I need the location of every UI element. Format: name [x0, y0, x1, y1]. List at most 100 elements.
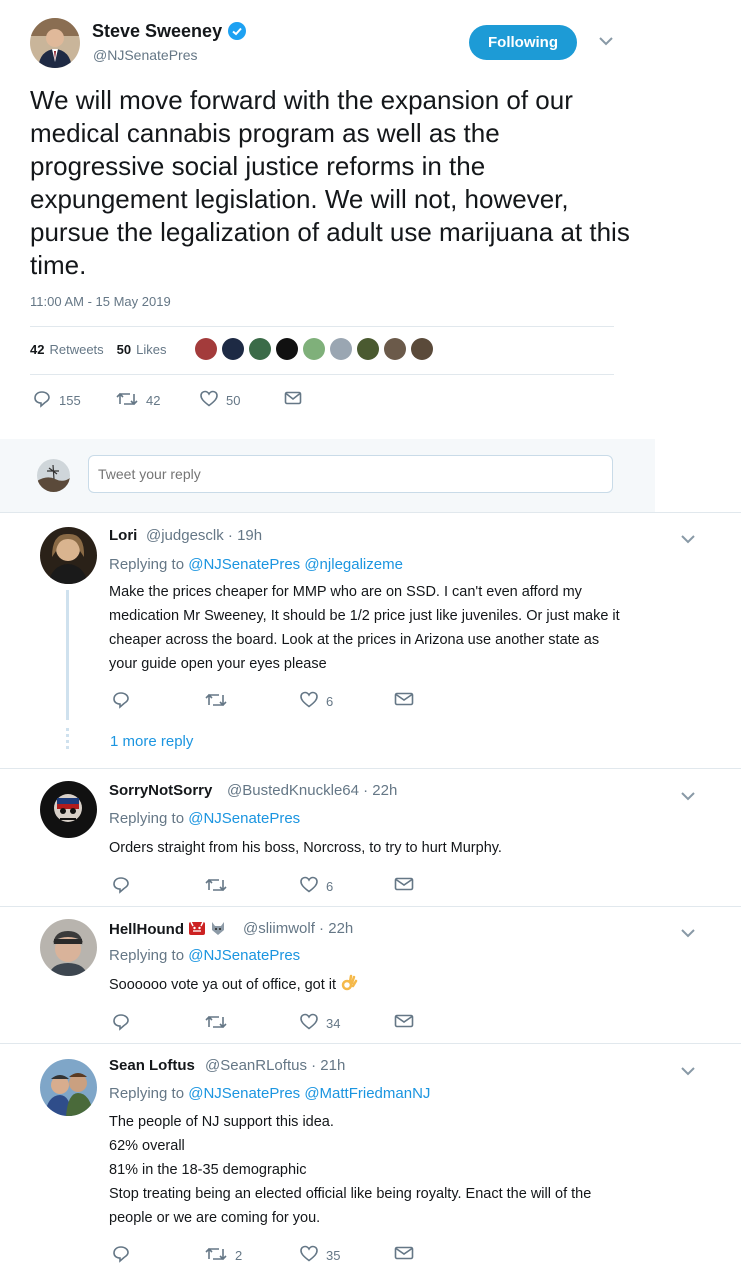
reply-text-line: cheaper across the board. Look at the pr…	[109, 632, 600, 648]
retweet-action[interactable]: 2	[205, 1245, 242, 1266]
heart-icon	[300, 1245, 318, 1265]
divider	[0, 768, 741, 769]
author-handle[interactable]: @NJSenatePres	[93, 47, 197, 63]
reply-author-name[interactable]: HellHound	[109, 920, 226, 940]
following-button[interactable]: Following	[469, 25, 577, 60]
envelope-icon	[284, 390, 302, 409]
liker-avatar[interactable]	[303, 338, 325, 360]
reply-avatar[interactable]	[40, 1059, 97, 1116]
liker-avatar[interactable]	[249, 338, 271, 360]
reply-author-meta[interactable]: @judgesclk · 19h	[146, 527, 262, 544]
retweet-action[interactable]	[205, 1013, 235, 1034]
liker-avatar[interactable]	[411, 338, 433, 360]
dm-action[interactable]	[284, 390, 302, 409]
replying-to-link[interactable]: @NJSenatePres @MattFriedmanNJ	[188, 1085, 430, 1102]
retweet-action[interactable]	[205, 876, 235, 897]
reply-author-meta[interactable]: @sliimwolf · 22h	[243, 920, 353, 937]
envelope-icon	[394, 691, 414, 710]
reply-icon	[112, 691, 130, 712]
chevron-down-icon[interactable]	[680, 926, 696, 944]
replying-to-link[interactable]: @NJSenatePres	[188, 810, 300, 827]
reply-author-meta[interactable]: @BustedKnuckle64 · 22h	[227, 782, 397, 799]
retweet-icon	[205, 1245, 227, 1266]
wolf-emoji-icon	[210, 920, 226, 940]
reply-text-line: Orders straight from his boss, Norcross,…	[109, 840, 502, 856]
chevron-down-icon[interactable]	[598, 34, 614, 52]
reply-text-line: your guide open your eyes please	[109, 656, 327, 672]
heart-icon	[300, 1013, 318, 1033]
replying-to-label: Replying to	[109, 556, 185, 573]
reply-author-name[interactable]: Lori	[109, 527, 137, 544]
tweet-timestamp[interactable]: 11:00 AM - 15 May 2019	[30, 294, 171, 309]
engagement-stats: 42 Retweets 50 Likes	[30, 342, 167, 357]
reply-avatar[interactable]	[40, 919, 97, 976]
like-count: 50	[226, 392, 241, 408]
more-replies-link[interactable]: 1 more reply	[110, 733, 193, 750]
like-count[interactable]: 50	[117, 342, 131, 357]
retweet-icon	[205, 876, 227, 897]
reply-text: The people of NJ support this idea. 62% …	[109, 1110, 699, 1230]
reply-icon	[33, 390, 51, 411]
like-action[interactable]: 35	[300, 1245, 340, 1265]
dm-action[interactable]	[394, 691, 414, 710]
like-action[interactable]: 50	[200, 390, 240, 410]
retweet-icon	[205, 691, 227, 712]
replying-to-link[interactable]: @NJSenatePres	[188, 947, 300, 964]
reply-action[interactable]: 155	[33, 390, 81, 411]
like-count: 34	[326, 1015, 341, 1031]
reply-text-line: people or we are coming for you.	[109, 1210, 321, 1226]
like-label[interactable]: Likes	[136, 342, 166, 357]
reply-action[interactable]	[112, 1013, 130, 1034]
reply-text: Soooooo vote ya out of office, got it	[109, 973, 699, 1000]
reply-input[interactable]	[88, 455, 613, 493]
retweet-count: 2	[235, 1248, 243, 1263]
reply-icon	[112, 1013, 130, 1034]
reply-author-name[interactable]: SorryNotSorry	[109, 782, 212, 799]
liker-avatar[interactable]	[384, 338, 406, 360]
liker-avatars	[195, 338, 433, 360]
reply-action[interactable]	[112, 876, 130, 897]
author-avatar[interactable]	[30, 18, 80, 68]
liker-avatar[interactable]	[330, 338, 352, 360]
author-name[interactable]: Steve Sweeney	[92, 21, 222, 42]
reply-avatar[interactable]	[40, 527, 97, 584]
reply-text: Make the prices cheaper for MMP who are …	[109, 580, 699, 676]
replying-to-link[interactable]: @NJSenatePres @njlegalizeme	[188, 556, 403, 573]
reply-author-meta[interactable]: @SeanRLoftus · 21h	[205, 1057, 345, 1074]
replying-to-line: Replying to @NJSenatePres @MattFriedmanN…	[109, 1085, 430, 1102]
like-count: 6	[326, 693, 334, 709]
like-action[interactable]: 34	[300, 1013, 340, 1033]
retweet-action[interactable]: 42	[116, 390, 160, 411]
thread-dots	[66, 728, 69, 750]
replying-to-line: Replying to @NJSenatePres	[109, 810, 300, 827]
thread-line	[66, 590, 69, 720]
chevron-down-icon[interactable]	[680, 1064, 696, 1082]
liker-avatar[interactable]	[276, 338, 298, 360]
liker-avatar[interactable]	[195, 338, 217, 360]
retweet-count[interactable]: 42	[30, 342, 44, 357]
reply-author-name[interactable]: Sean Loftus	[109, 1057, 195, 1074]
dm-action[interactable]	[394, 1013, 414, 1032]
retweet-label[interactable]: Retweets	[49, 342, 103, 357]
dm-action[interactable]	[394, 876, 414, 895]
envelope-icon	[394, 1245, 414, 1264]
dm-action[interactable]	[394, 1245, 414, 1264]
retweet-action[interactable]	[205, 691, 235, 712]
reply-author-name-text: HellHound	[109, 921, 184, 938]
reply-text-line: 62% overall	[109, 1138, 185, 1154]
replying-to-line: Replying to @NJSenatePres @njlegalizeme	[109, 556, 403, 573]
like-action[interactable]: 6	[300, 691, 333, 711]
heart-icon	[200, 390, 218, 410]
chevron-down-icon[interactable]	[680, 532, 696, 550]
liker-avatar[interactable]	[222, 338, 244, 360]
liker-avatar[interactable]	[357, 338, 379, 360]
reply-action[interactable]	[112, 1245, 130, 1266]
reply-action[interactable]	[112, 691, 130, 712]
like-action[interactable]: 6	[300, 876, 333, 896]
envelope-icon	[394, 1013, 414, 1032]
reply-avatar[interactable]	[40, 781, 97, 838]
reply-text-line: Make the prices cheaper for MMP who are …	[109, 584, 582, 600]
envelope-icon	[394, 876, 414, 895]
reply-count: 155	[59, 393, 81, 408]
chevron-down-icon[interactable]	[680, 789, 696, 807]
